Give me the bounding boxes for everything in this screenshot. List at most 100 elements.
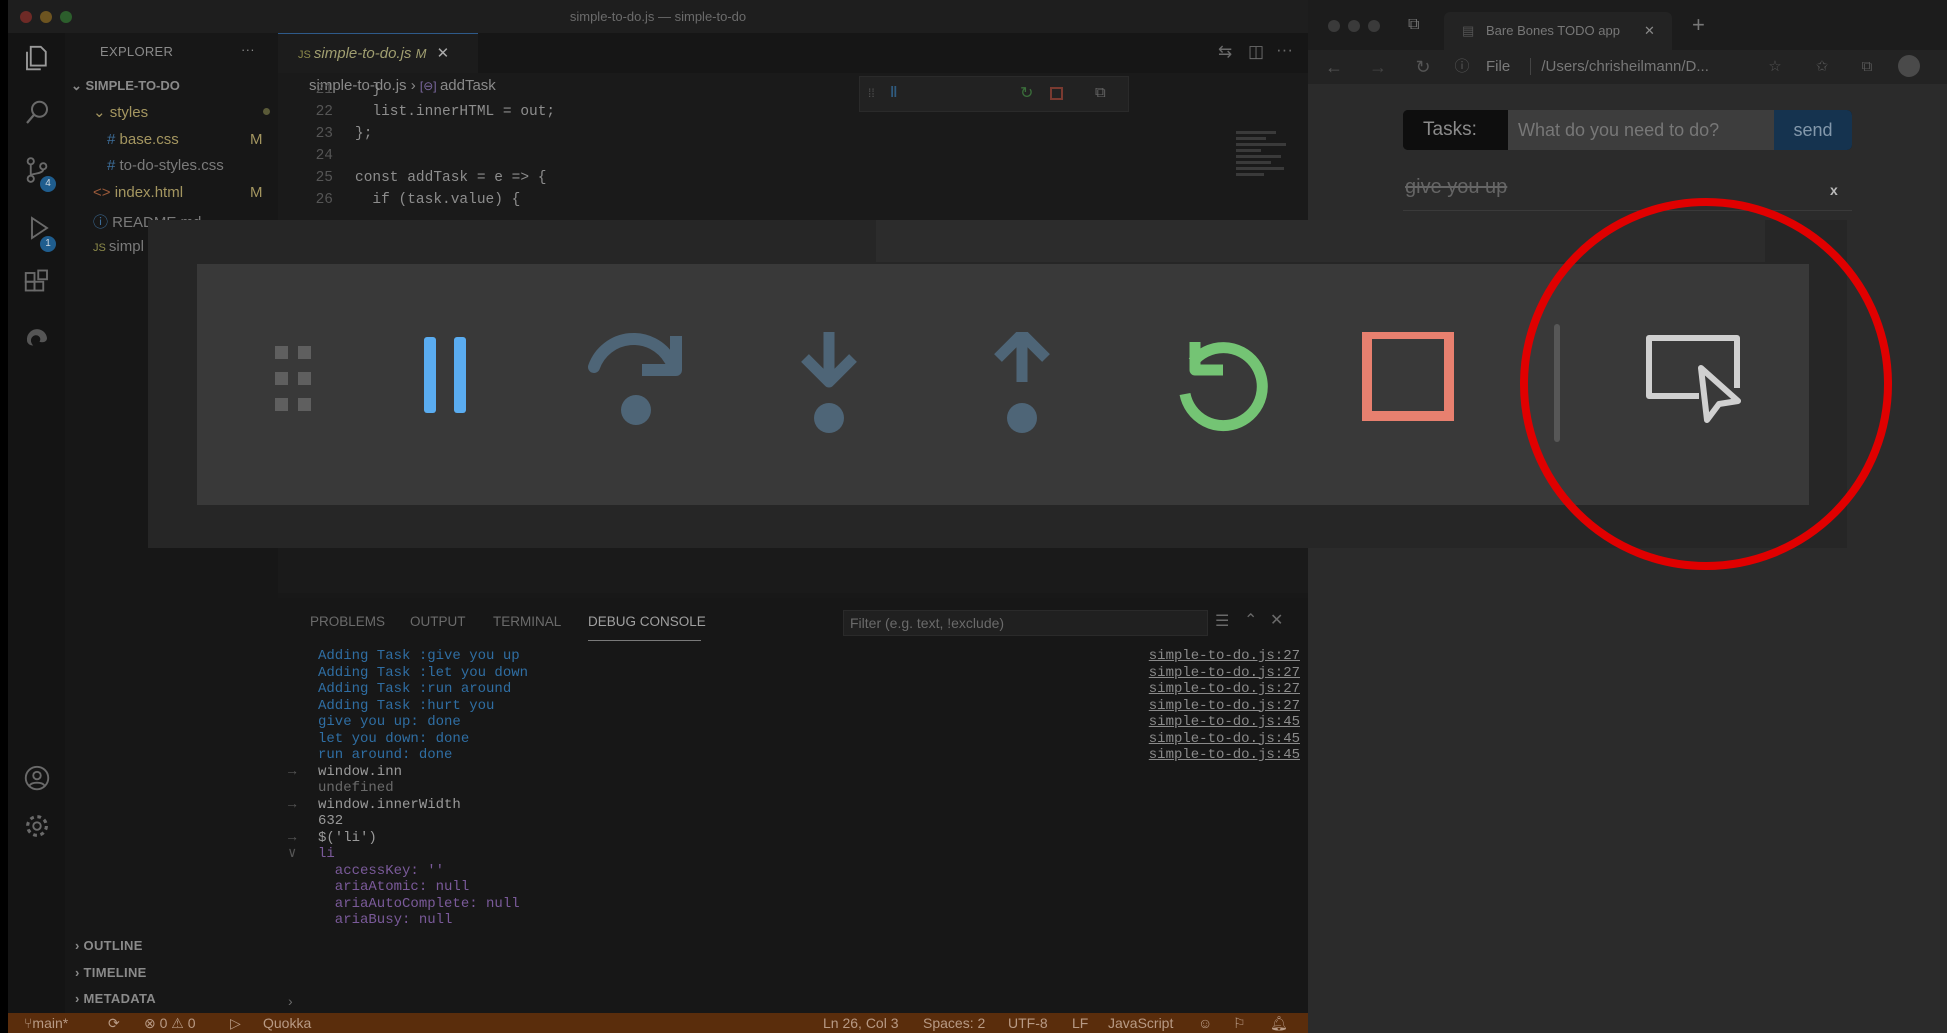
tab-debug-console[interactable]: DEBUG CONSOLE xyxy=(588,614,706,629)
language-mode[interactable]: JavaScript xyxy=(1108,1013,1173,1033)
forward-icon[interactable]: → xyxy=(1366,55,1390,79)
browser-tab-title: Bare Bones TODO app xyxy=(1486,23,1620,38)
tab-problems[interactable]: PROBLEMS xyxy=(310,614,385,629)
sync-icon[interactable]: ⟳ xyxy=(108,1013,120,1033)
step-over-button[interactable] xyxy=(582,332,692,442)
compare-changes-icon[interactable]: ⇆ xyxy=(1218,42,1232,62)
tab-actions-icon[interactable]: ⧉ xyxy=(1408,16,1419,34)
tab-simple-to-do-js[interactable]: JS simple-to-do.js M ✕ xyxy=(278,33,478,73)
file-label: simpl xyxy=(108,238,144,255)
outline-section[interactable]: › OUTLINE xyxy=(75,938,143,953)
zoom-window-button[interactable] xyxy=(60,11,72,23)
file-to-do-styles-css[interactable]: # to-do-styles.css xyxy=(107,157,224,174)
info-icon: ⓘ xyxy=(93,214,113,231)
code-line[interactable]: 21 } xyxy=(278,79,1178,101)
chevron-up-icon[interactable]: ⌃ xyxy=(1244,610,1257,630)
delete-task-button[interactable]: x xyxy=(1830,182,1838,198)
favorite-add-icon[interactable]: ☆ xyxy=(1763,55,1787,79)
minimize-window-button[interactable] xyxy=(40,11,52,23)
browser-title-bar: ⧉ ▤ Bare Bones TODO app ✕ + xyxy=(1308,0,1947,50)
code-line[interactable]: 25 const addTask = e => { xyxy=(278,167,1178,189)
branch-indicator[interactable]: ⑂ main* xyxy=(24,1013,68,1033)
console-prompt-icon[interactable]: › xyxy=(288,993,293,1009)
section-label: METADATA xyxy=(83,991,156,1006)
more-actions-icon[interactable]: ··· xyxy=(1276,40,1293,60)
console-filter-input[interactable]: Filter (e.g. text, !exclude) xyxy=(843,610,1208,636)
tab-status: M xyxy=(415,46,427,61)
status-bar: ⑂ main* ⟳ ⊗ 0 ⚠ 0 ▷ Quokka Ln 26, Col 3 … xyxy=(8,1013,1308,1033)
cursor-position[interactable]: Ln 26, Col 3 xyxy=(823,1013,899,1033)
bell-icon[interactable]: 🔔︎ xyxy=(1270,1013,1288,1033)
tasks-label: Tasks: xyxy=(1403,110,1508,150)
code-line[interactable]: 22 list.innerHTML = out; xyxy=(278,101,1178,123)
zoom-window-button[interactable] xyxy=(1368,20,1380,32)
close-window-button[interactable] xyxy=(20,11,32,23)
file-label: index.html xyxy=(114,184,184,201)
bottom-panel: PROBLEMS OUTPUT TERMINAL DEBUG CONSOLE F… xyxy=(278,598,1308,1013)
clear-console-icon[interactable]: ☰ xyxy=(1215,611,1229,631)
tab-output[interactable]: OUTPUT xyxy=(410,614,466,629)
encoding[interactable]: UTF-8 xyxy=(1008,1013,1048,1033)
project-name: SIMPLE-TO-DO xyxy=(85,78,180,93)
folder-label: styles xyxy=(109,104,149,121)
code-line[interactable]: 26 if (task.value) { xyxy=(278,189,1178,211)
indentation[interactable]: Spaces: 2 xyxy=(923,1013,985,1033)
stop-button[interactable] xyxy=(1357,329,1467,442)
feedback-icon[interactable]: ⚐ xyxy=(1233,1013,1246,1033)
send-button[interactable]: send xyxy=(1774,110,1852,150)
metadata-section[interactable]: › METADATA xyxy=(75,991,156,1006)
account-icon[interactable] xyxy=(22,763,52,793)
code-line[interactable]: 23}; xyxy=(278,123,1178,145)
edge-devtools-icon[interactable] xyxy=(22,323,52,353)
problems-indicator[interactable]: ⊗ 0 ⚠ 0 xyxy=(144,1013,196,1033)
profile-avatar[interactable] xyxy=(1898,55,1920,77)
browser-tab[interactable]: ▤ Bare Bones TODO app ✕ xyxy=(1444,12,1672,50)
restart-button[interactable] xyxy=(1163,332,1273,442)
extensions-icon[interactable] xyxy=(22,268,52,298)
drag-handle-icon[interactable] xyxy=(263,332,373,442)
debug-icon[interactable]: ▷ xyxy=(230,1013,241,1033)
new-tab-icon[interactable]: + xyxy=(1692,12,1705,38)
code-line[interactable]: 24 xyxy=(278,145,1178,167)
quokka-indicator[interactable]: Quokka xyxy=(263,1013,311,1033)
tab-terminal[interactable]: TERMINAL xyxy=(493,614,561,629)
folder-styles[interactable]: ⌄ styles xyxy=(93,103,148,121)
pause-button[interactable] xyxy=(392,332,502,442)
line-number: 23 xyxy=(315,126,333,142)
settings-gear-icon[interactable] xyxy=(22,811,52,841)
close-icon[interactable]: ✕ xyxy=(1270,610,1283,630)
address-bar[interactable]: File /Users/chrisheilmann/D... xyxy=(1460,50,1758,84)
code-text: if (task.value) { xyxy=(355,192,521,208)
console-line[interactable]: ariaBusy: null xyxy=(278,910,1308,930)
task-input[interactable]: What do you need to do? xyxy=(1508,110,1774,150)
tab-label: simple-to-do.js xyxy=(313,45,412,62)
back-icon[interactable]: ← xyxy=(1322,55,1346,79)
step-into-button[interactable] xyxy=(777,332,887,442)
step-out-button[interactable] xyxy=(970,328,1080,442)
code-text: list.innerHTML = out; xyxy=(355,104,556,120)
explorer-icon[interactable] xyxy=(22,43,52,73)
close-icon[interactable]: ✕ xyxy=(1644,12,1655,50)
file-index-html[interactable]: <> index.html xyxy=(93,184,183,201)
file-base-css[interactable]: # base.css xyxy=(107,131,179,148)
collections-icon[interactable]: ⧉ xyxy=(1855,55,1879,79)
chevron-down-icon: ⌄ xyxy=(71,78,86,93)
split-editor-icon[interactable]: ◫ xyxy=(1248,42,1264,62)
project-root[interactable]: ⌄ SIMPLE-TO-DO xyxy=(71,78,180,94)
file-simple-to-do-js[interactable]: JS simpl xyxy=(93,238,144,255)
search-icon[interactable] xyxy=(22,98,52,128)
favorites-icon[interactable]: ✩ xyxy=(1810,55,1834,79)
section-label: OUTLINE xyxy=(83,938,143,953)
accounts-icon[interactable]: ☺ xyxy=(1198,1013,1212,1033)
timeline-section[interactable]: › TIMELINE xyxy=(75,965,147,980)
refresh-icon[interactable]: ↻ xyxy=(1411,55,1435,79)
explorer-more-icon[interactable]: ··· xyxy=(241,42,255,57)
close-icon[interactable]: ✕ xyxy=(437,45,450,62)
close-window-button[interactable] xyxy=(1328,20,1340,32)
line-ending[interactable]: LF xyxy=(1072,1013,1088,1033)
scm-badge: 4 xyxy=(40,176,56,192)
minimize-window-button[interactable] xyxy=(1348,20,1360,32)
chevron-down-icon: ⌄ xyxy=(93,104,110,121)
branch-label: main* xyxy=(32,1015,69,1031)
editor-tab-bar: JS simple-to-do.js M ✕ ⇆ ◫ ··· xyxy=(278,33,1308,73)
